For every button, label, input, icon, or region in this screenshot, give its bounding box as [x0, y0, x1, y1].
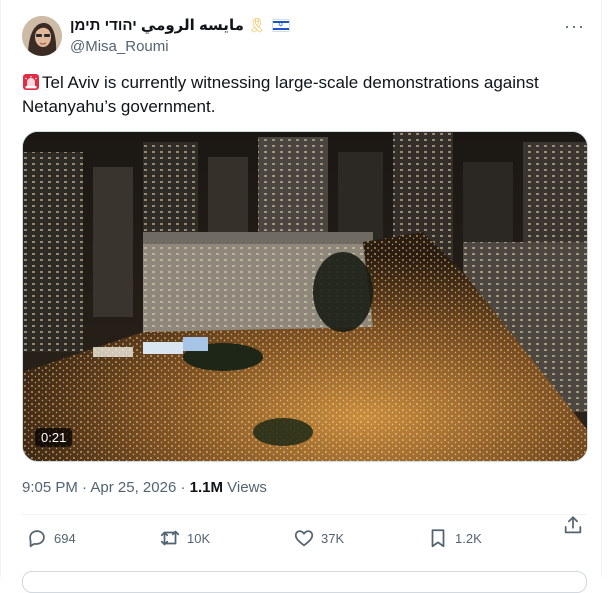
- views-count: 1.1M: [189, 479, 223, 496]
- reply-icon: [29, 530, 45, 548]
- author-display-name[interactable]: مايسه الرومي יהודי תימן: [70, 16, 244, 34]
- tweet-metadata: 9:05 PM · Apr 25, 2026 · 1.1M Views: [22, 479, 267, 496]
- tweet-body: Tel Aviv is currently witnessing large-s…: [22, 73, 539, 116]
- bookmark-icon: [431, 529, 445, 548]
- video-player[interactable]: 0:21: [22, 131, 588, 462]
- reply-composer[interactable]: [22, 571, 587, 593]
- israel-flag-icon: ✡: [271, 18, 290, 32]
- reply-count: 694: [54, 530, 76, 546]
- like-count: 37K: [321, 530, 345, 546]
- share-button[interactable]: [562, 514, 584, 536]
- video-thumbnail: [23, 132, 587, 461]
- heart-icon: [294, 530, 314, 547]
- tweet-text: Tel Aviv is currently witnessing large-s…: [22, 71, 587, 119]
- video-duration-badge: 0:21: [35, 428, 73, 447]
- repost-count: 10K: [187, 530, 211, 546]
- reply-button[interactable]: 694: [26, 527, 76, 549]
- repost-icon: [160, 530, 180, 546]
- yellow-ribbon-icon: 🎗: [247, 16, 266, 33]
- divider: [22, 514, 587, 515]
- tweet-time[interactable]: 9:05 PM: [22, 479, 78, 496]
- action-bar: 694 10K 37K 1.2K: [22, 514, 596, 561]
- tweet-date[interactable]: Apr 25, 2026: [90, 479, 176, 496]
- bookmark-button[interactable]: 1.2K: [427, 527, 482, 549]
- more-options-icon[interactable]: ···: [564, 16, 585, 37]
- like-button[interactable]: 37K: [293, 527, 344, 549]
- author-name-row[interactable]: مايسه الرومي יהודי תימן 🎗 ✡: [70, 16, 290, 34]
- rotating-light-icon: [23, 74, 39, 90]
- views-label: Views: [227, 479, 267, 496]
- share-icon: [564, 516, 582, 534]
- meta-separator: ·: [180, 479, 190, 496]
- avatar[interactable]: [22, 16, 62, 56]
- repost-button[interactable]: 10K: [159, 527, 210, 549]
- author-handle[interactable]: @Misa_Roumi: [70, 38, 169, 55]
- tweet-card: مايسه الرومي יהודי תימן 🎗 ✡ @Misa_Roumi …: [0, 0, 602, 593]
- bookmark-count: 1.2K: [455, 530, 482, 546]
- avatar-image: [22, 16, 62, 56]
